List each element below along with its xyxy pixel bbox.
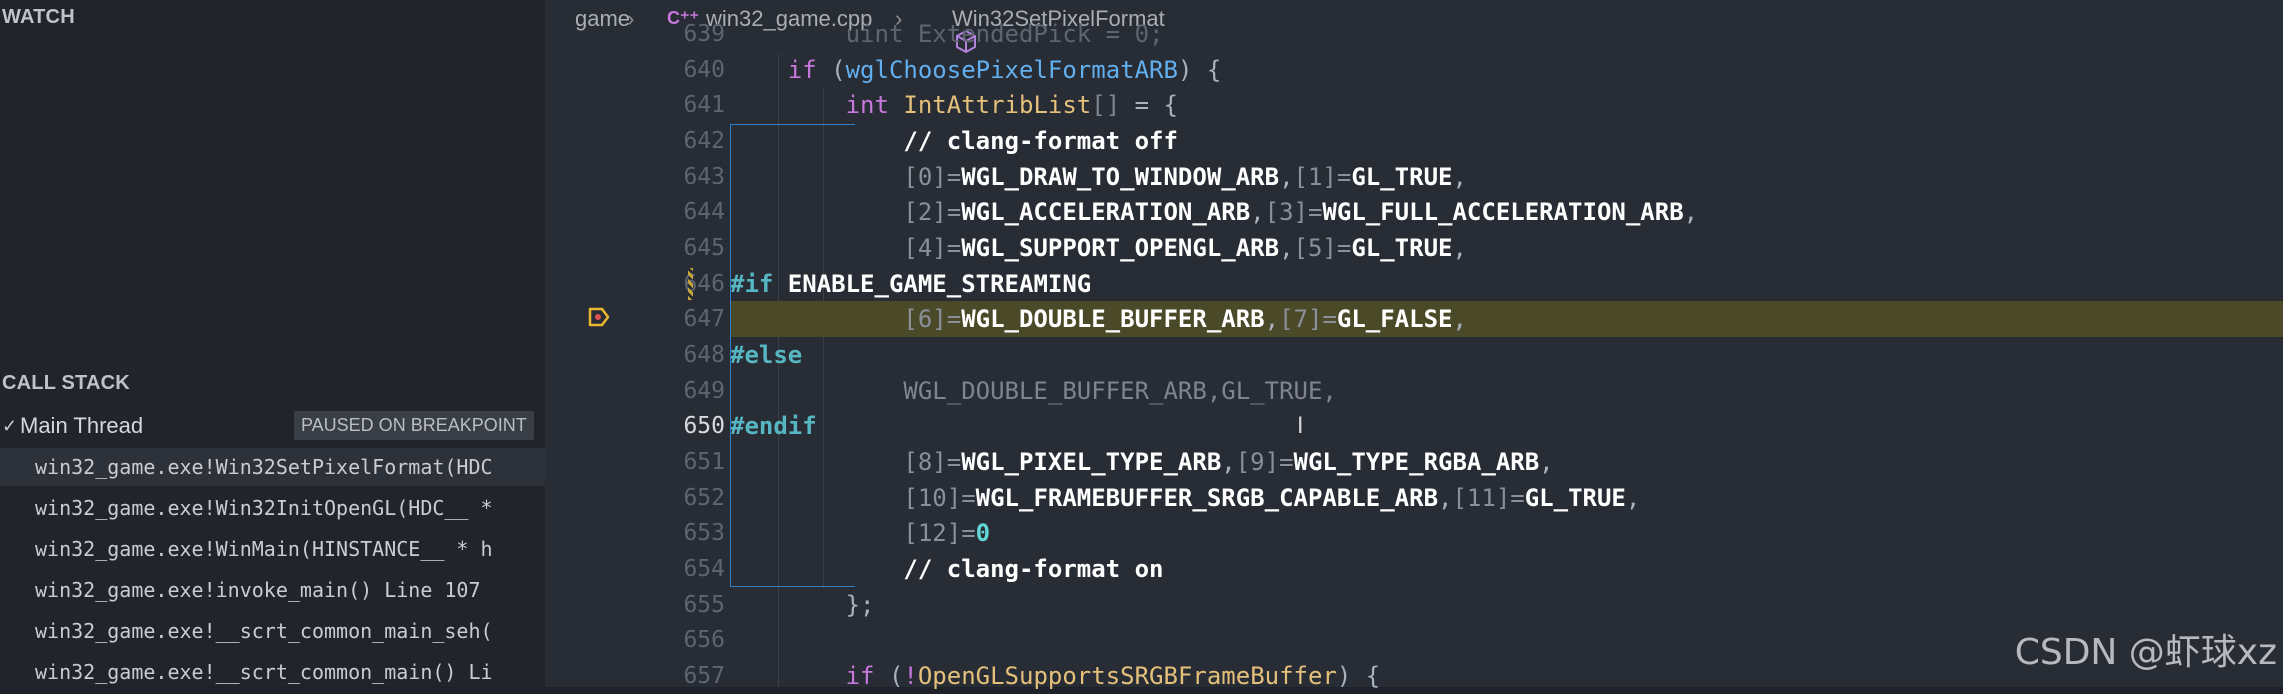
code-line[interactable]: [10]=WGL_FRAMEBUFFER_SRGB_CAPABLE_ARB,[1… — [730, 480, 2283, 516]
status-badge: PAUSED ON BREAKPOINT — [294, 411, 534, 440]
code-line[interactable]: [4]=WGL_SUPPORT_OPENGL_ARB,[5]=GL_TRUE, — [730, 230, 2283, 266]
line-number: 656 — [683, 627, 725, 653]
code-line-inactive[interactable]: WGL_DOUBLE_BUFFER_ARB,GL_TRUE, — [730, 373, 2283, 409]
line-number: 651 — [683, 449, 725, 475]
line-number: 641 — [683, 92, 725, 118]
text-cursor-icon: I — [1297, 414, 1304, 439]
line-number: 654 — [683, 556, 725, 582]
stack-frame[interactable]: win32_game.exe!__scrt_common_main() Li — [35, 660, 545, 684]
line-number: 648 — [683, 342, 725, 368]
line-number: 642 — [683, 128, 725, 154]
line-number: 647 — [683, 306, 725, 332]
thread-name: Main Thread — [20, 413, 144, 438]
line-number: 655 — [683, 592, 725, 618]
stack-frame[interactable]: win32_game.exe!Win32SetPixelFormat(HDC — [35, 455, 545, 479]
line-number: 645 — [683, 235, 725, 261]
call-stack-section-title[interactable]: CALL STACK — [2, 372, 130, 395]
line-number: 649 — [683, 378, 725, 404]
scope-guide — [730, 124, 731, 587]
line-number: 644 — [683, 199, 725, 225]
scope-guide — [730, 124, 855, 125]
thread-row[interactable]: ✓ Main Thread PAUSED ON BREAKPOINT — [0, 408, 545, 444]
code-line[interactable]: [8]=WGL_PIXEL_TYPE_ARB,[9]=WGL_TYPE_RGBA… — [730, 444, 2283, 480]
scope-guide — [730, 586, 855, 587]
code-line[interactable]: #if ENABLE_GAME_STREAMING — [730, 266, 2283, 302]
line-number: 639 — [683, 21, 725, 47]
line-number: 646 — [683, 271, 725, 297]
breakpoint-icon[interactable] — [588, 307, 610, 327]
code-line[interactable]: [12]=0 — [730, 515, 2283, 551]
line-number-active: 650 — [683, 413, 725, 439]
line-number: 643 — [683, 164, 725, 190]
line-number: 652 — [683, 485, 725, 511]
code-line-breakpoint-highlight[interactable]: [6]=WGL_DOUBLE_BUFFER_ARB,[7]=GL_FALSE, — [730, 301, 2283, 337]
stack-frame[interactable]: win32_game.exe!WinMain(HINSTANCE__ * h — [35, 537, 545, 561]
watch-section-title[interactable]: WATCH — [2, 6, 75, 29]
code-line[interactable]: #else — [730, 337, 2283, 373]
code-line[interactable]: uint ExtendedPick = 0; — [730, 16, 2283, 52]
code-line[interactable]: // clang-format off — [730, 123, 2283, 159]
code-line[interactable]: [2]=WGL_ACCELERATION_ARB,[3]=WGL_FULL_AC… — [730, 194, 2283, 230]
code-line[interactable]: // clang-format on — [730, 551, 2283, 587]
code-line[interactable]: if (wglChoosePixelFormatARB) { — [730, 52, 2283, 88]
line-number: 657 — [683, 663, 725, 689]
line-number: 653 — [683, 520, 725, 546]
stack-frame[interactable]: win32_game.exe!__scrt_common_main_seh( — [35, 619, 545, 643]
code-line[interactable]: }; — [730, 587, 2283, 623]
stack-frame[interactable]: win32_game.exe!Win32InitOpenGL(HDC__ * — [35, 496, 545, 520]
line-number: 640 — [683, 57, 725, 83]
git-modified-marker — [688, 268, 693, 300]
watermark: CSDN @虾球xz — [2014, 632, 2277, 673]
code-area[interactable]: uint ExtendedPick = 0; if (wglChoosePixe… — [730, 20, 2283, 690]
code-editor[interactable]: game › C⁺⁺ win32_game.cpp › Win32SetPixe… — [545, 0, 2283, 690]
code-line[interactable]: #endif — [730, 408, 2283, 444]
line-number-gutter[interactable]: 639 640 641 642 643 644 645 646 647 648 … — [545, 21, 725, 689]
stack-frame[interactable]: win32_game.exe!invoke_main() Line 107 — [35, 578, 545, 602]
code-line[interactable]: int IntAttribList[] = { — [730, 87, 2283, 123]
code-line[interactable]: [0]=WGL_DRAW_TO_WINDOW_ARB,[1]=GL_TRUE, — [730, 159, 2283, 195]
debug-sidebar: WATCH CALL STACK ✓ Main Thread PAUSED ON… — [0, 0, 545, 687]
chevron-down-icon[interactable]: ✓ — [2, 416, 17, 436]
